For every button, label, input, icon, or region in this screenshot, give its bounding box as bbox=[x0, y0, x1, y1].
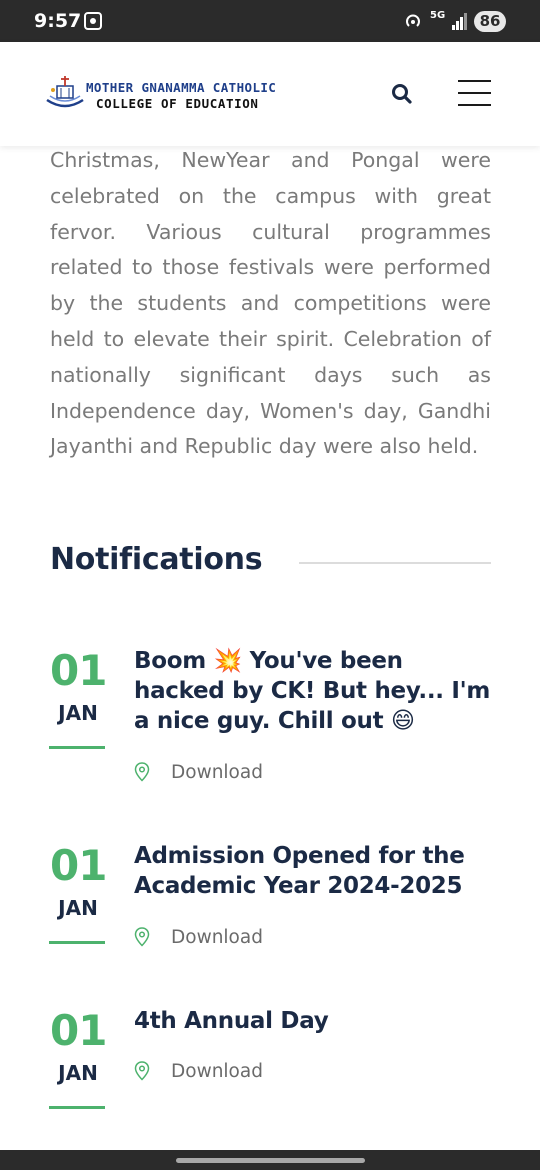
explosion-emoji-icon: 💥 bbox=[213, 648, 243, 674]
date-month: JAN bbox=[58, 701, 98, 725]
location-pin-icon bbox=[134, 762, 150, 782]
location-pin-icon bbox=[134, 927, 150, 947]
location-pin-icon bbox=[134, 1061, 150, 1081]
download-label: Download bbox=[171, 926, 263, 948]
status-time: 9:57 bbox=[34, 10, 82, 32]
brand-name-line2[interactable]: COLLEGE OF EDUCATION bbox=[96, 96, 259, 111]
system-nav-bar bbox=[0, 1150, 540, 1170]
network-type: 5G bbox=[430, 10, 446, 21]
download-link[interactable]: Download bbox=[134, 1059, 263, 1083]
download-label: Download bbox=[171, 1060, 263, 1082]
date-day: 01 bbox=[50, 841, 107, 890]
screen-record-icon bbox=[84, 12, 102, 30]
heading-divider bbox=[299, 562, 491, 564]
grinning-emoji-icon: 😄 bbox=[390, 708, 415, 734]
download-link[interactable]: Download bbox=[134, 925, 263, 949]
home-gesture-handle[interactable] bbox=[176, 1158, 365, 1163]
hotspot-icon bbox=[404, 12, 422, 34]
date-underline bbox=[49, 1106, 105, 1109]
date-month: JAN bbox=[58, 1061, 98, 1085]
notification-title[interactable]: Boom 💥 You've been hacked by CK! But hey… bbox=[134, 646, 499, 736]
notification-title[interactable]: 4th Annual Day bbox=[134, 1006, 499, 1036]
status-bar: 9:57 5G 86 bbox=[0, 0, 540, 42]
date-day: 01 bbox=[50, 646, 107, 695]
brand-name-line1[interactable]: MOTHER GNANAMMA CATHOLIC bbox=[86, 80, 276, 95]
date-underline bbox=[49, 941, 105, 944]
date-underline bbox=[49, 746, 105, 749]
date-day: 01 bbox=[50, 1006, 107, 1055]
intro-paragraph: Christmas, NewYear and Pongal were celeb… bbox=[50, 148, 491, 459]
battery-indicator: 86 bbox=[474, 11, 506, 32]
hamburger-menu-icon[interactable] bbox=[458, 80, 492, 106]
site-header: MOTHER GNANAMMA CATHOLIC COLLEGE OF EDUC… bbox=[0, 42, 540, 146]
logo-icon[interactable] bbox=[44, 74, 86, 114]
notifications-heading: Notifications bbox=[50, 542, 263, 577]
search-icon[interactable] bbox=[390, 82, 414, 106]
notification-title[interactable]: Admission Opened for the Academic Year 2… bbox=[134, 841, 499, 901]
date-month: JAN bbox=[58, 896, 98, 920]
signal-icon bbox=[452, 12, 468, 30]
download-link[interactable]: Download bbox=[134, 760, 263, 784]
download-label: Download bbox=[171, 761, 263, 783]
